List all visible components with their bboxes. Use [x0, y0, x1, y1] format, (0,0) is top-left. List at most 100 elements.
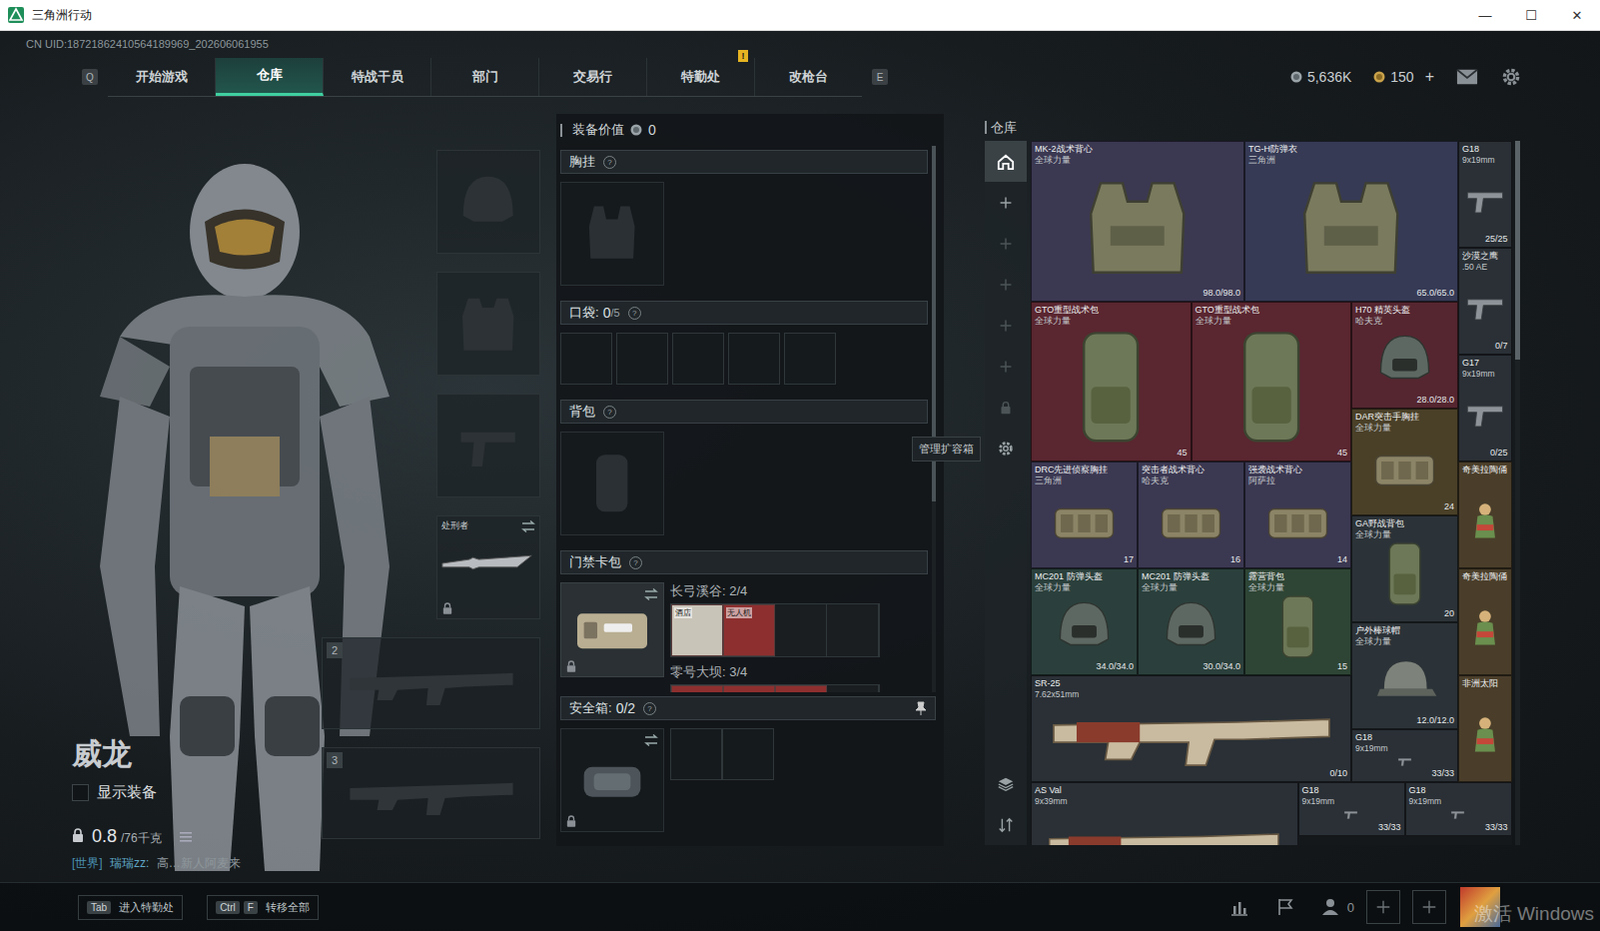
nav-tab[interactable]: 部门 — [431, 57, 540, 96]
player-avatar[interactable] — [1460, 886, 1501, 927]
gear-icon[interactable] — [1500, 66, 1523, 87]
nav-key-right[interactable]: E — [871, 68, 888, 85]
warehouse-item[interactable]: 突击者战术背心 哈夫克 16 — [1137, 461, 1245, 569]
show-gear-checkbox[interactable]: 显示装备 — [71, 783, 322, 802]
warehouse-item[interactable]: MC201 防弹头盔 全球力量 34.0/34.0 — [1030, 568, 1138, 676]
lock-icon — [442, 602, 453, 615]
warehouse-item[interactable]: GTO重型战术包 全球力量 45 — [1191, 301, 1353, 463]
warehouse-item[interactable]: GA野战背包 全球力量 20 — [1351, 515, 1459, 623]
swap-icon[interactable] — [644, 734, 659, 747]
warehouse-item[interactable]: AS Val 9x39mm — [1030, 782, 1299, 845]
keycard-case[interactable] — [560, 582, 665, 678]
weapon-slot[interactable]: 3 — [321, 747, 541, 839]
window-control[interactable]: ✕ — [1554, 7, 1600, 23]
warehouse-item[interactable]: TG-H防弹衣 三角洲 65.0/65.0 — [1244, 140, 1459, 302]
knife-slot[interactable]: 处刑者 — [436, 515, 541, 620]
warehouse-scrollbar[interactable] — [1515, 140, 1521, 845]
warehouse-item[interactable]: G18 9x19mm 33/33 — [1405, 782, 1513, 836]
rig-icon — [1252, 485, 1344, 555]
sidebar-item[interactable] — [984, 345, 1027, 387]
swap-icon[interactable] — [521, 520, 536, 533]
pistol-icon — [1305, 805, 1397, 822]
sidebar-item[interactable] — [984, 763, 1027, 804]
sidebar-item[interactable] — [984, 181, 1027, 223]
warehouse-item[interactable]: G18 9x19mm 25/25 — [1458, 140, 1513, 248]
pocket-slot[interactable] — [560, 332, 613, 385]
nav-tab[interactable]: 开始游戏 — [107, 57, 216, 96]
keycard[interactable] — [723, 685, 776, 693]
checkbox[interactable] — [71, 784, 89, 801]
nav-tab[interactable]: 交易行 — [539, 57, 648, 96]
keycard[interactable] — [826, 604, 879, 657]
flag-icon[interactable] — [1275, 896, 1296, 917]
pocket-slot[interactable] — [616, 332, 669, 385]
safe-slot[interactable] — [722, 728, 775, 781]
nav-key-left[interactable]: Q — [81, 68, 98, 85]
loadout-scrollbar[interactable] — [931, 145, 936, 693]
nav-tab[interactable]: 特战干员 — [323, 57, 432, 96]
mail-icon[interactable] — [1456, 66, 1479, 87]
helmet-slot[interactable] — [436, 149, 541, 254]
warehouse-item[interactable]: 奇美拉陶俑 — [1458, 568, 1513, 676]
warehouse-item[interactable]: 沙漠之鹰 .50 AE 0/7 — [1458, 247, 1513, 355]
warehouse-item[interactable]: G18 9x19mm 33/33 — [1298, 782, 1406, 836]
warehouse-item[interactable]: GTO重型战术包 全球力量 45 — [1030, 301, 1192, 463]
currency: 5,636K — [1290, 68, 1352, 85]
warehouse-title: 仓库 — [984, 113, 1600, 141]
weapon-slot[interactable]: 2 — [321, 637, 541, 730]
window-control[interactable]: — — [1462, 7, 1509, 23]
warehouse-item[interactable]: MC201 防弹头盔 全球力量 30.0/34.0 — [1137, 568, 1245, 676]
pocket-slot[interactable] — [672, 332, 725, 385]
sidebar-item[interactable] — [984, 263, 1027, 305]
pin-icon[interactable] — [914, 701, 927, 716]
safe-slot[interactable] — [670, 728, 723, 781]
stats-icon[interactable] — [1229, 896, 1250, 917]
pistol-slot[interactable] — [436, 393, 541, 498]
chat-line[interactable]: [世界] 瑞瑞zz: 高…新人阿麦来 — [71, 854, 322, 872]
sidebar-item[interactable] — [984, 386, 1027, 428]
warehouse-item[interactable]: 奇美拉陶俑 — [1458, 461, 1513, 569]
nav-tab[interactable]: 改枪台 — [755, 57, 862, 96]
nav-tab[interactable]: 仓库 — [215, 57, 324, 96]
warehouse-item[interactable]: G17 9x19mm 0/25 — [1458, 354, 1513, 462]
backpack-slot[interactable] — [560, 431, 665, 536]
warehouse-item[interactable]: MK-2战术背心 全球力量 98.0/98.0 — [1030, 140, 1245, 302]
list-icon[interactable] — [179, 831, 192, 842]
warehouse-item[interactable]: 露营背包 全球力量 15 — [1244, 568, 1352, 676]
warehouse-item[interactable]: 非洲太阳 — [1458, 675, 1513, 783]
friends-count[interactable]: 0 — [1321, 896, 1355, 917]
keycard[interactable]: 酒店 — [671, 604, 724, 657]
key-hint[interactable]: Tab 进入特勤处 — [77, 894, 183, 920]
warehouse-item[interactable]: DRC先进侦察胸挂 三角洲 17 — [1030, 461, 1138, 569]
vest-icon — [1042, 164, 1233, 288]
sidebar-item[interactable] — [984, 304, 1027, 346]
pocket-slot[interactable] — [728, 332, 781, 385]
armor-slot[interactable] — [436, 271, 541, 376]
key-hint[interactable]: CtrlF 转移全部 — [206, 894, 319, 920]
invite-slot[interactable] — [1366, 889, 1401, 924]
sidebar-item[interactable] — [984, 222, 1027, 264]
warehouse-item[interactable]: H70 精英头盔 哈夫克 28.0/28.0 — [1351, 301, 1459, 409]
keycard[interactable] — [671, 685, 724, 693]
sidebar-item[interactable] — [984, 427, 1027, 469]
warehouse-item[interactable]: DAR突击手胸挂 全球力量 24 — [1351, 408, 1459, 516]
sidebar-item[interactable] — [984, 140, 1027, 182]
keycard[interactable] — [826, 685, 879, 693]
invite-slot[interactable] — [1412, 889, 1447, 924]
warehouse-item[interactable]: 强袭战术背心 阿萨拉 14 — [1244, 461, 1352, 569]
keycard[interactable] — [775, 685, 827, 693]
warehouse-item[interactable]: 户外棒球帽 全球力量 12.0/12.0 — [1351, 622, 1459, 730]
safe-box[interactable] — [560, 728, 665, 832]
pocket-slot[interactable] — [784, 332, 836, 385]
keycard[interactable]: 无人机 — [723, 604, 776, 657]
window-control[interactable]: ☐ — [1508, 7, 1555, 23]
warehouse-item[interactable]: SR-25 7.62x51mm 0/10 — [1030, 675, 1352, 783]
sidebar-item[interactable] — [984, 803, 1027, 845]
nav-tab[interactable]: 特勤处 ! — [647, 57, 756, 96]
add-icon — [996, 275, 1015, 294]
swap-icon[interactable] — [644, 588, 659, 601]
keycard[interactable] — [775, 604, 827, 657]
chest-rig-slot[interactable] — [560, 181, 665, 286]
warehouse-item[interactable]: G18 9x19mm 33/33 — [1351, 729, 1459, 784]
add-currency-button[interactable]: + — [1425, 67, 1435, 86]
